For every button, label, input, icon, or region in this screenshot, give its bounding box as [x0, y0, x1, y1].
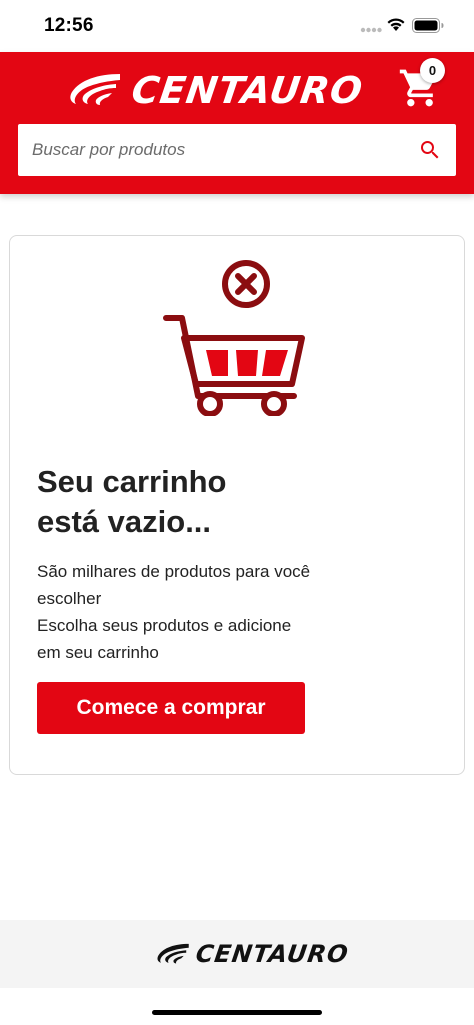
empty-cart-message: São milhares de produtos para você escol… — [37, 558, 397, 666]
centauro-swoosh-icon — [70, 74, 120, 105]
empty-cart-title-line: está vazio... — [37, 504, 212, 539]
home-indicator[interactable] — [152, 1010, 322, 1015]
signal-dots-icon — [360, 27, 382, 33]
battery-icon — [412, 18, 444, 33]
empty-cart-title: Seu carrinho está vazio... — [37, 462, 397, 542]
status-time: 12:56 — [44, 15, 94, 36]
empty-cart-title-line: Seu carrinho — [37, 464, 227, 499]
search-bar — [18, 124, 456, 176]
empty-cart-message-line: em seu carrinho — [37, 643, 159, 662]
centauro-swoosh-icon — [157, 943, 189, 964]
app-header: CENTAURO — [0, 52, 474, 194]
search-input[interactable] — [32, 124, 402, 176]
footer: CENTAURO — [0, 920, 474, 988]
footer-logo[interactable]: CENTAURO — [156, 940, 351, 968]
footer-brand-name: CENTAURO — [194, 940, 351, 968]
search-icon[interactable] — [418, 138, 442, 162]
empty-cart-message-line: São milhares de produtos para você — [37, 562, 311, 581]
status-bar: 12:56 — [0, 0, 474, 52]
empty-cart-message-line: escolher — [37, 589, 102, 608]
wifi-icon — [387, 18, 405, 31]
brand-logo[interactable]: CENTAURO — [68, 68, 366, 112]
empty-cart-message-line: Escolha seus produtos e adicione — [37, 616, 292, 635]
start-shopping-button[interactable]: Comece a comprar — [37, 682, 305, 734]
empty-cart-card: Seu carrinho está vazio... São milhares … — [9, 235, 465, 775]
empty-cart-remove-icon — [163, 260, 305, 416]
cart-count-badge: 0 — [420, 58, 445, 83]
brand-name: CENTAURO — [128, 68, 366, 112]
